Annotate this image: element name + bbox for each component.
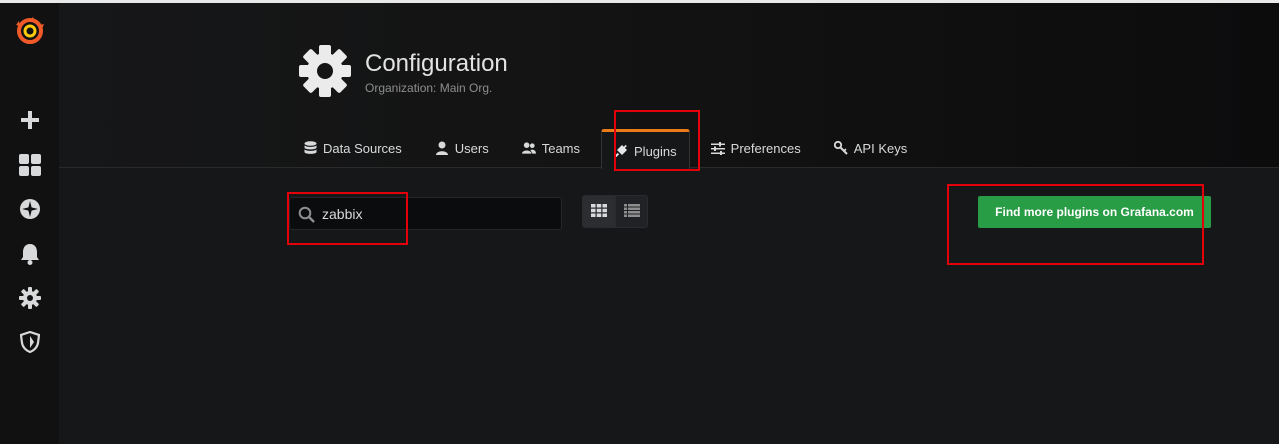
tab-api-keys[interactable]: API Keys bbox=[822, 128, 919, 168]
plugin-search-box bbox=[289, 197, 562, 230]
tab-data-sources[interactable]: Data Sources bbox=[291, 128, 414, 168]
tab-label: API Keys bbox=[853, 140, 908, 156]
grid-view-button[interactable] bbox=[582, 195, 615, 228]
tab-label: Plugins bbox=[634, 143, 677, 159]
compass-icon[interactable] bbox=[16, 195, 44, 223]
grafana-logo-icon[interactable] bbox=[16, 17, 44, 45]
user-icon bbox=[435, 141, 449, 155]
tab-plugins[interactable]: Plugins bbox=[601, 129, 690, 169]
plus-icon[interactable] bbox=[16, 106, 44, 134]
sliders-icon bbox=[710, 141, 725, 155]
tab-label: Preferences bbox=[730, 140, 801, 156]
find-more-plugins-button[interactable]: Find more plugins on Grafana.com bbox=[978, 196, 1211, 228]
plug-icon bbox=[614, 144, 628, 158]
tab-label: Users bbox=[454, 140, 489, 156]
page-header: Configuration Organization: Main Org. Da… bbox=[59, 3, 1279, 169]
tab-label: Teams bbox=[541, 140, 581, 156]
plugin-search-input[interactable] bbox=[322, 198, 552, 229]
key-icon bbox=[833, 141, 848, 155]
sidebar bbox=[0, 3, 59, 444]
database-icon bbox=[303, 141, 317, 155]
search-icon bbox=[298, 206, 315, 223]
tab-teams[interactable]: Teams bbox=[510, 128, 592, 168]
page-subtitle: Organization: Main Org. bbox=[365, 81, 493, 95]
list-view-icon bbox=[623, 202, 640, 221]
tab-preferences[interactable]: Preferences bbox=[699, 128, 813, 168]
bell-icon[interactable] bbox=[16, 240, 44, 268]
layout-toggle bbox=[582, 195, 648, 228]
list-view-button[interactable] bbox=[615, 195, 648, 228]
main-content: Configuration Organization: Main Org. Da… bbox=[59, 3, 1279, 444]
tab-label: Data Sources bbox=[323, 140, 402, 156]
users-icon bbox=[521, 141, 536, 155]
configuration-gear-icon bbox=[297, 43, 353, 99]
page-title: Configuration bbox=[365, 50, 508, 77]
gear-icon[interactable] bbox=[16, 284, 44, 312]
tab-users[interactable]: Users bbox=[423, 128, 501, 168]
grid-view-icon bbox=[590, 202, 607, 221]
dashboards-grid-icon[interactable] bbox=[16, 151, 44, 179]
window-top-edge bbox=[0, 0, 1279, 3]
shield-icon[interactable] bbox=[16, 328, 44, 356]
config-tabs: Data Sources Users Teams Plugins Prefere… bbox=[291, 128, 928, 169]
